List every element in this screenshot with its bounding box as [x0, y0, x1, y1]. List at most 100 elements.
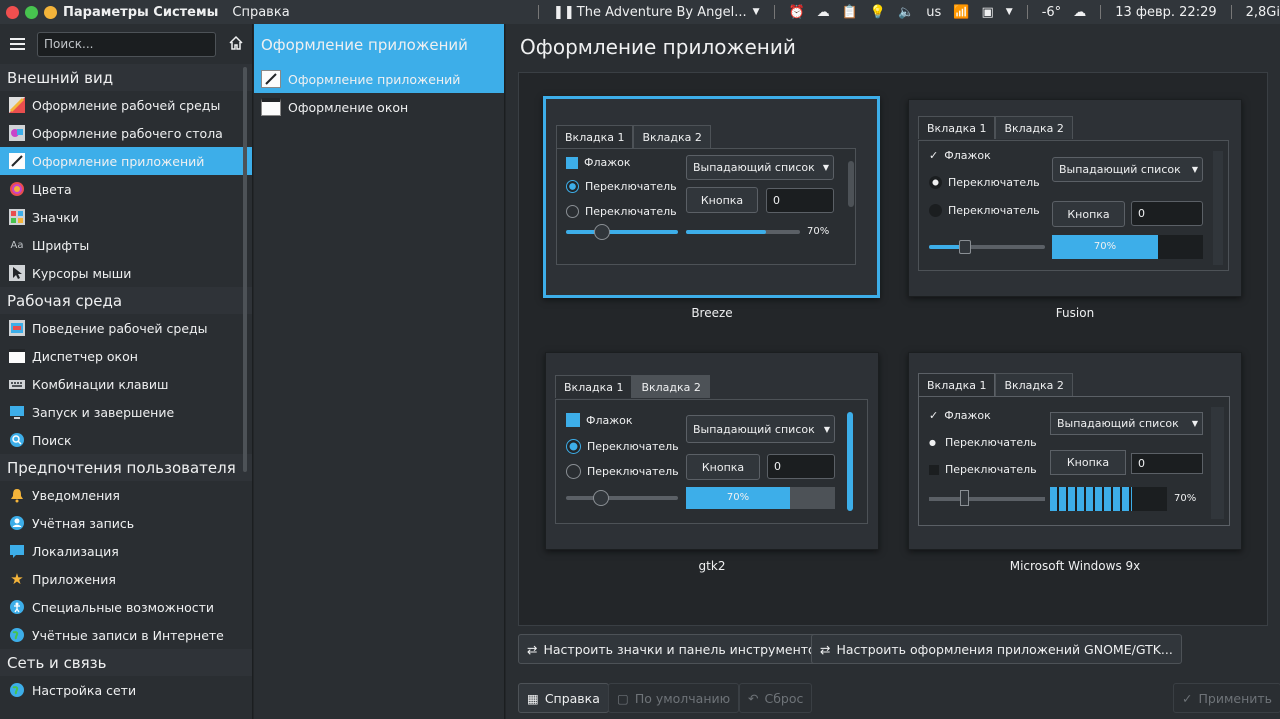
bell-icon	[8, 487, 26, 504]
weather-temp[interactable]: -6°	[1042, 5, 1061, 20]
sidebar-item-cursors[interactable]: Курсоры мыши	[0, 259, 252, 287]
checkmark-icon: ✓	[1182, 690, 1193, 706]
sidebar-item-label: Поиск	[32, 432, 72, 448]
wifi-icon[interactable]: 📶	[953, 5, 969, 20]
preview-checkbox: ✓ Флажок	[929, 409, 991, 422]
sidebar-item-accessibility[interactable]: Специальные возможности	[0, 593, 252, 621]
sidebar-item-shortcuts[interactable]: Комбинации клавиш	[0, 370, 252, 398]
desktop-theme-icon	[8, 125, 26, 142]
sidebar-scrollbar[interactable]	[243, 67, 247, 472]
sidebar-item-workspace-theme[interactable]: Оформление рабочей среды	[0, 91, 252, 119]
lightbulb-icon[interactable]: 💡	[870, 5, 886, 20]
separator	[538, 5, 539, 19]
preview-combo: Выпадающий список ▼	[686, 155, 834, 180]
sidebar-item-applications[interactable]: ★ Приложения	[0, 565, 252, 593]
preview-combo: Выпадающий список ▼	[1050, 412, 1203, 435]
keyboard-layout[interactable]: us	[926, 5, 941, 20]
tray-expand-icon[interactable]: ▼	[1006, 7, 1013, 17]
sidebar-item-label: Настройка сети	[32, 682, 137, 698]
alarm-icon[interactable]: ⏰	[789, 5, 805, 20]
home-icon[interactable]	[228, 35, 244, 54]
preview-spinbox: 0	[766, 188, 834, 213]
window-manager-icon	[8, 348, 26, 365]
preview-pane: Флажок Переключатель Переключатель Выпад…	[555, 399, 868, 524]
sidebar-item-network-settings[interactable]: Настройка сети	[0, 676, 252, 704]
defaults-button[interactable]: ▢ По умолчанию	[608, 683, 740, 713]
sidebar-item-label: Значки	[32, 209, 79, 225]
preview-scrollbar	[847, 412, 853, 511]
preview-progress: 70%	[686, 487, 835, 509]
button-label: Справка	[544, 690, 600, 706]
reset-button[interactable]: ↶ Сброс	[739, 683, 813, 713]
subcategory-item-application-style[interactable]: Оформление приложений	[254, 65, 504, 93]
workspace-behavior-icon	[8, 320, 26, 337]
sidebar-item-label: Курсоры мыши	[32, 265, 132, 281]
style-preview-windows-9x[interactable]: Вкладка 1 Вкладка 2 ✓ Флажок ● Переключате…	[908, 352, 1242, 550]
sidebar-group-appearance: Внешний вид	[0, 64, 252, 91]
preview-pane: ✓ Флажок ● Переключатель Переключатель Вып…	[918, 396, 1230, 526]
maximize-window-button[interactable]	[25, 5, 38, 19]
sidebar-item-application-style[interactable]: Оформление приложений	[0, 147, 252, 175]
volume-icon[interactable]: 🔈	[898, 5, 914, 20]
separator	[1230, 5, 1232, 19]
window-titlebar: Параметры Системы Справка ❚❚ The Adventur…	[0, 0, 1280, 24]
sidebar-item-notifications[interactable]: Уведомления	[0, 481, 252, 509]
subcategory-item-window-decorations[interactable]: Оформление окон	[254, 93, 504, 121]
menu-help[interactable]: Справка	[232, 5, 289, 20]
apply-button[interactable]: ✓ Применить	[1173, 683, 1280, 713]
clipboard-icon[interactable]: 📋	[842, 5, 858, 20]
sidebar-item-workspace-behavior[interactable]: Поведение рабочей среды	[0, 314, 252, 342]
sidebar-item-search[interactable]: Поиск	[0, 426, 252, 454]
style-preview-breeze[interactable]: Вкладка 1 Вкладка 2 Флажок Переключатель…	[543, 96, 880, 298]
clock[interactable]: 13 февр. 22:29	[1115, 5, 1216, 20]
preview-slider	[929, 497, 1045, 501]
sidebar-item-online-accounts[interactable]: Учётные записи в Интернете	[0, 621, 252, 649]
sidebar-item-window-manager[interactable]: Диспетчер окон	[0, 342, 252, 370]
sidebar-item-icons[interactable]: Значки	[0, 203, 252, 231]
preview-button: Кнопка	[1052, 201, 1125, 227]
preview-tab: Вкладка 1	[555, 375, 633, 398]
sidebar-group-workspace: Рабочая среда	[0, 287, 252, 314]
sidebar-item-colors[interactable]: Цвета	[0, 175, 252, 203]
device-icon[interactable]: ▣	[982, 5, 994, 20]
sidebar-item-locale[interactable]: Локализация	[0, 537, 252, 565]
memory-usage: 2,8Gi	[1245, 4, 1280, 20]
button-label: По умолчанию	[634, 690, 731, 706]
configure-gtk-button[interactable]: ⇄ Настроить оформления приложений GNOME/…	[811, 634, 1182, 664]
style-gallery: Вкладка 1 Вкладка 2 Флажок Переключатель…	[518, 72, 1268, 626]
sidebar-item-label: Оформление рабочей среды	[32, 97, 221, 113]
preview-tab: Вкладка 2	[633, 125, 711, 148]
preview-radio: ● Переключатель	[929, 436, 1037, 449]
preview-combo: Выпадающий список ▼	[686, 415, 835, 443]
network-globe-icon	[8, 682, 26, 699]
preview-slider	[566, 496, 678, 500]
style-preview-gtk2[interactable]: Вкладка 1 Вкладка 2 Флажок Переключатель…	[545, 352, 879, 550]
minimize-window-button[interactable]	[44, 5, 57, 19]
configure-icons-toolbar-button[interactable]: ⇄ Настроить значки и панель инструментов	[518, 634, 833, 664]
sidebar-item-desktop-theme[interactable]: Оформление рабочего стола	[0, 119, 252, 147]
help-button[interactable]: ▦ Справка	[518, 683, 609, 713]
sidebar-item-startup-shutdown[interactable]: Запуск и завершение	[0, 398, 252, 426]
search-input[interactable]: Поиск...	[37, 31, 216, 57]
cloud-sync-icon[interactable]: ☁	[817, 5, 830, 20]
style-preview-fusion[interactable]: Вкладка 1 Вкладка 2 ✓ Флажок Переключател…	[908, 99, 1242, 297]
media-player-widget[interactable]: ❚❚ The Adventure By Angel... ▼	[553, 5, 760, 20]
media-title: The Adventure By Angel...	[576, 4, 747, 20]
weather-icon: ☁	[1073, 4, 1087, 20]
subcategory-item-label: Оформление окон	[288, 99, 409, 115]
sidebar-item-label: Специальные возможности	[32, 599, 215, 615]
sidebar-group-network: Сеть и связь	[0, 649, 252, 676]
sidebar: Поиск... Внешний вид Оформление рабочей …	[0, 24, 253, 719]
sidebar-item-account[interactable]: Учётная запись	[0, 509, 252, 537]
preview-radio: Переключатель	[929, 204, 1040, 217]
sidebar-item-fonts[interactable]: Aa Шрифты	[0, 231, 252, 259]
preview-tab: Вкладка 2	[632, 375, 710, 398]
close-window-button[interactable]	[6, 5, 19, 19]
sidebar-item-label: Оформление приложений	[32, 153, 205, 169]
hamburger-menu-icon[interactable]	[10, 38, 25, 50]
preview-scrollbar	[848, 161, 854, 207]
configure-icon: ⇄	[820, 641, 831, 657]
sidebar-item-label: Поведение рабочей среды	[32, 320, 208, 336]
subcategory-header: Оформление приложений	[254, 24, 504, 65]
preview-slider-handle	[593, 490, 609, 506]
